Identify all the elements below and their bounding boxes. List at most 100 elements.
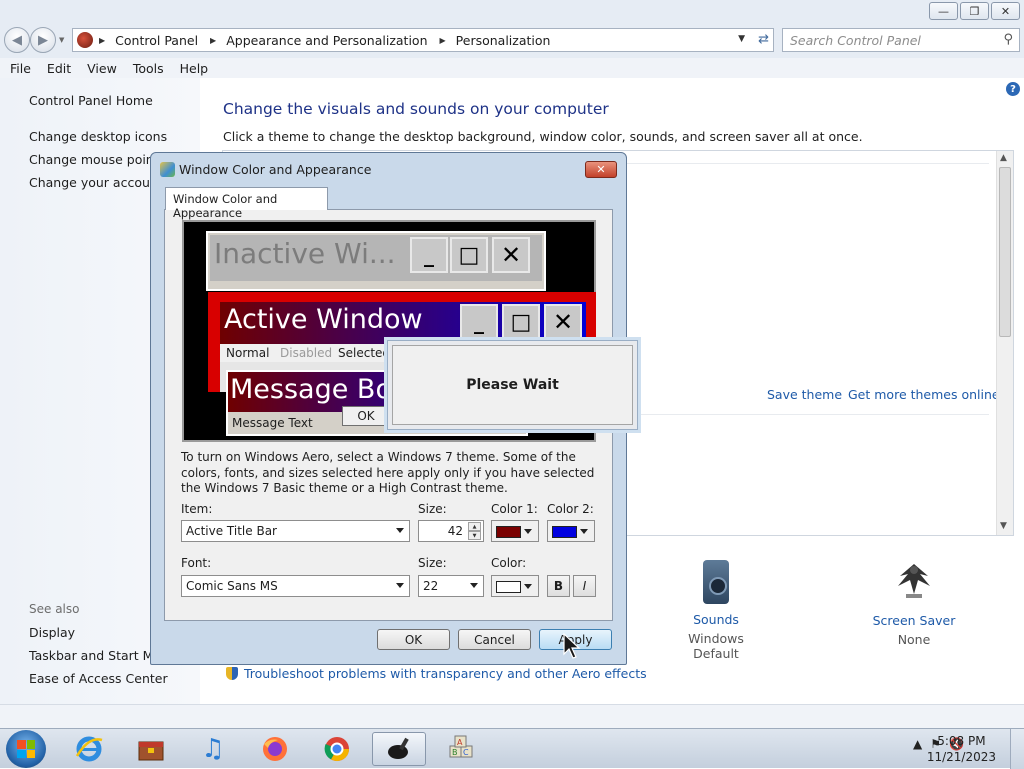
themes-scrollbar[interactable]: ▲ ▼ — [996, 151, 1013, 535]
screen-saver-value: None — [897, 632, 931, 647]
internet-explorer-icon[interactable] — [62, 732, 116, 766]
preview-inactive-title: Inactive Wi... — [214, 237, 396, 270]
clock[interactable]: 5:08 PM 11/21/2023 — [927, 733, 996, 765]
cancel-button[interactable]: Cancel — [458, 629, 531, 650]
menu-help[interactable]: Help — [180, 61, 209, 76]
item-size-label: Size: — [418, 502, 447, 516]
dialog-close-button[interactable]: ✕ — [585, 161, 617, 178]
page-subtitle: Click a theme to change the desktop back… — [223, 129, 863, 144]
preview-menu-normal[interactable]: Normal — [226, 346, 269, 360]
bold-button[interactable]: B — [547, 575, 570, 597]
screen-saver-setting[interactable]: Screen Saver None — [864, 558, 964, 647]
show-hidden-icons-icon[interactable]: ▲ — [913, 737, 922, 751]
preview-active-title: Active Window — [224, 304, 423, 335]
ease-of-access-link[interactable]: Ease of Access Center — [29, 671, 168, 686]
scrollbar-thumb[interactable] — [999, 167, 1011, 337]
abc-blocks-icon[interactable]: A B C — [434, 732, 488, 766]
menu-tools[interactable]: Tools — [133, 61, 164, 76]
font-color-label: Color: — [491, 556, 527, 570]
help-icon[interactable]: ? — [1006, 82, 1020, 96]
windows-logo-icon — [17, 740, 35, 758]
color2-picker[interactable] — [547, 520, 595, 542]
search-icon[interactable]: ⚲ — [1003, 32, 1013, 47]
scroll-up-icon[interactable]: ▲ — [1000, 153, 1007, 163]
sounds-setting[interactable]: Sounds Windows Default — [666, 560, 766, 661]
breadcrumb-personalization[interactable]: Personalization — [456, 33, 551, 48]
please-wait-dialog: Please Wait — [387, 340, 638, 430]
preview-message-text[interactable]: Message Text — [232, 416, 313, 430]
menu-edit[interactable]: Edit — [47, 61, 71, 76]
svg-text:A: A — [457, 738, 463, 747]
font-size-label: Size: — [418, 556, 447, 570]
menu-view[interactable]: View — [87, 61, 117, 76]
show-desktop-button[interactable] — [1010, 729, 1024, 769]
italic-button[interactable]: I — [573, 575, 596, 597]
shield-icon — [226, 667, 238, 680]
spin-down-icon[interactable]: ▼ — [468, 531, 481, 540]
window-controls: — ❐ ✕ — [929, 2, 1020, 20]
troubleshoot-link-text[interactable]: Troubleshoot problems with transparency … — [244, 666, 647, 681]
breadcrumb-appearance[interactable]: Appearance and Personalization — [226, 33, 427, 48]
search-placeholder: Search Control Panel — [790, 32, 921, 48]
font-color-swatch — [496, 581, 521, 593]
font-size-value: 22 — [423, 579, 439, 593]
item-select[interactable]: Active Title Bar — [181, 520, 410, 542]
breadcrumb-control-panel[interactable]: Control Panel — [115, 33, 198, 48]
close-button[interactable]: ✕ — [991, 2, 1020, 20]
screen-saver-label[interactable]: Screen Saver — [864, 613, 964, 628]
refresh-icon[interactable]: ⇄ — [758, 32, 769, 47]
color1-picker[interactable] — [491, 520, 539, 542]
sounds-label[interactable]: Sounds — [666, 612, 766, 627]
chrome-logo-icon — [324, 737, 349, 762]
forward-button[interactable]: ▶ — [30, 27, 56, 53]
troubleshoot-link[interactable]: Troubleshoot problems with transparency … — [226, 666, 647, 681]
scroll-down-icon[interactable]: ▼ — [1000, 521, 1007, 531]
maximize-button[interactable]: ❐ — [960, 2, 989, 20]
item-size-value: 42 — [447, 524, 463, 538]
breadcrumb-chevron-icon[interactable]: ▶ — [99, 36, 105, 45]
preview-menu-selected[interactable]: Selected — [338, 346, 390, 360]
ok-button[interactable]: OK — [377, 629, 450, 650]
preview-active-maximize-icon: □ — [502, 304, 540, 340]
back-button[interactable]: ◀ — [4, 27, 30, 53]
chrome-icon[interactable] — [310, 732, 364, 766]
chest-icon — [138, 741, 164, 761]
address-bar[interactable]: ▶ Control Panel ▶ Appearance and Persona… — [72, 28, 774, 52]
chevron-down-icon — [580, 529, 588, 534]
chevron-down-icon — [470, 583, 478, 588]
preview-inactive-window[interactable]: Inactive Wi... _ □ ✕ — [206, 231, 546, 291]
media-center-icon[interactable] — [124, 732, 178, 766]
address-dropdown-icon[interactable]: ▼ — [738, 34, 745, 44]
screen-saver-icon — [898, 564, 930, 598]
font-select[interactable]: Comic Sans MS — [181, 575, 410, 597]
start-button[interactable] — [6, 730, 46, 768]
aero-info-text: To turn on Windows Aero, select a Window… — [181, 450, 595, 495]
display-link[interactable]: Display — [29, 625, 75, 640]
preview-inactive-titlebar[interactable]: Inactive Wi... _ □ ✕ — [210, 235, 542, 281]
menu-file[interactable]: File — [10, 61, 31, 76]
dialog-title: Window Color and Appearance — [179, 162, 372, 177]
firefox-icon[interactable] — [248, 732, 302, 766]
breadcrumb-chevron-icon[interactable]: ▶ — [440, 36, 446, 45]
chevron-down-icon — [396, 583, 404, 588]
change-desktop-icons-link[interactable]: Change desktop icons — [29, 129, 167, 144]
get-more-themes-link[interactable]: Get more themes online — [848, 387, 1000, 402]
spin-up-icon[interactable]: ▲ — [468, 522, 481, 531]
breadcrumb-chevron-icon[interactable]: ▶ — [210, 36, 216, 45]
font-color-picker[interactable] — [491, 575, 539, 597]
save-theme-link[interactable]: Save theme — [767, 387, 842, 402]
preview-menu-disabled[interactable]: Disabled — [280, 346, 332, 360]
tab-window-color[interactable]: Window Color and Appearance — [165, 187, 328, 220]
status-bar — [0, 704, 1024, 728]
control-panel-home-link[interactable]: Control Panel Home — [29, 93, 153, 108]
font-size-select[interactable]: 22 — [418, 575, 484, 597]
personalization-taskbar-button[interactable] — [372, 732, 426, 766]
music-player-icon[interactable]: ♫ — [186, 732, 240, 766]
chevron-down-icon — [396, 528, 404, 533]
preview-ok-button[interactable]: OK — [342, 406, 390, 426]
item-size-stepper[interactable]: 42 ▲ ▼ — [418, 520, 484, 542]
minimize-button[interactable]: — — [929, 2, 958, 20]
recent-pages-icon[interactable]: ▼ — [59, 36, 64, 44]
search-input[interactable]: Search Control Panel ⚲ — [782, 28, 1020, 52]
preview-active-titlebar[interactable]: Active Window _ □ ✕ — [220, 302, 586, 344]
